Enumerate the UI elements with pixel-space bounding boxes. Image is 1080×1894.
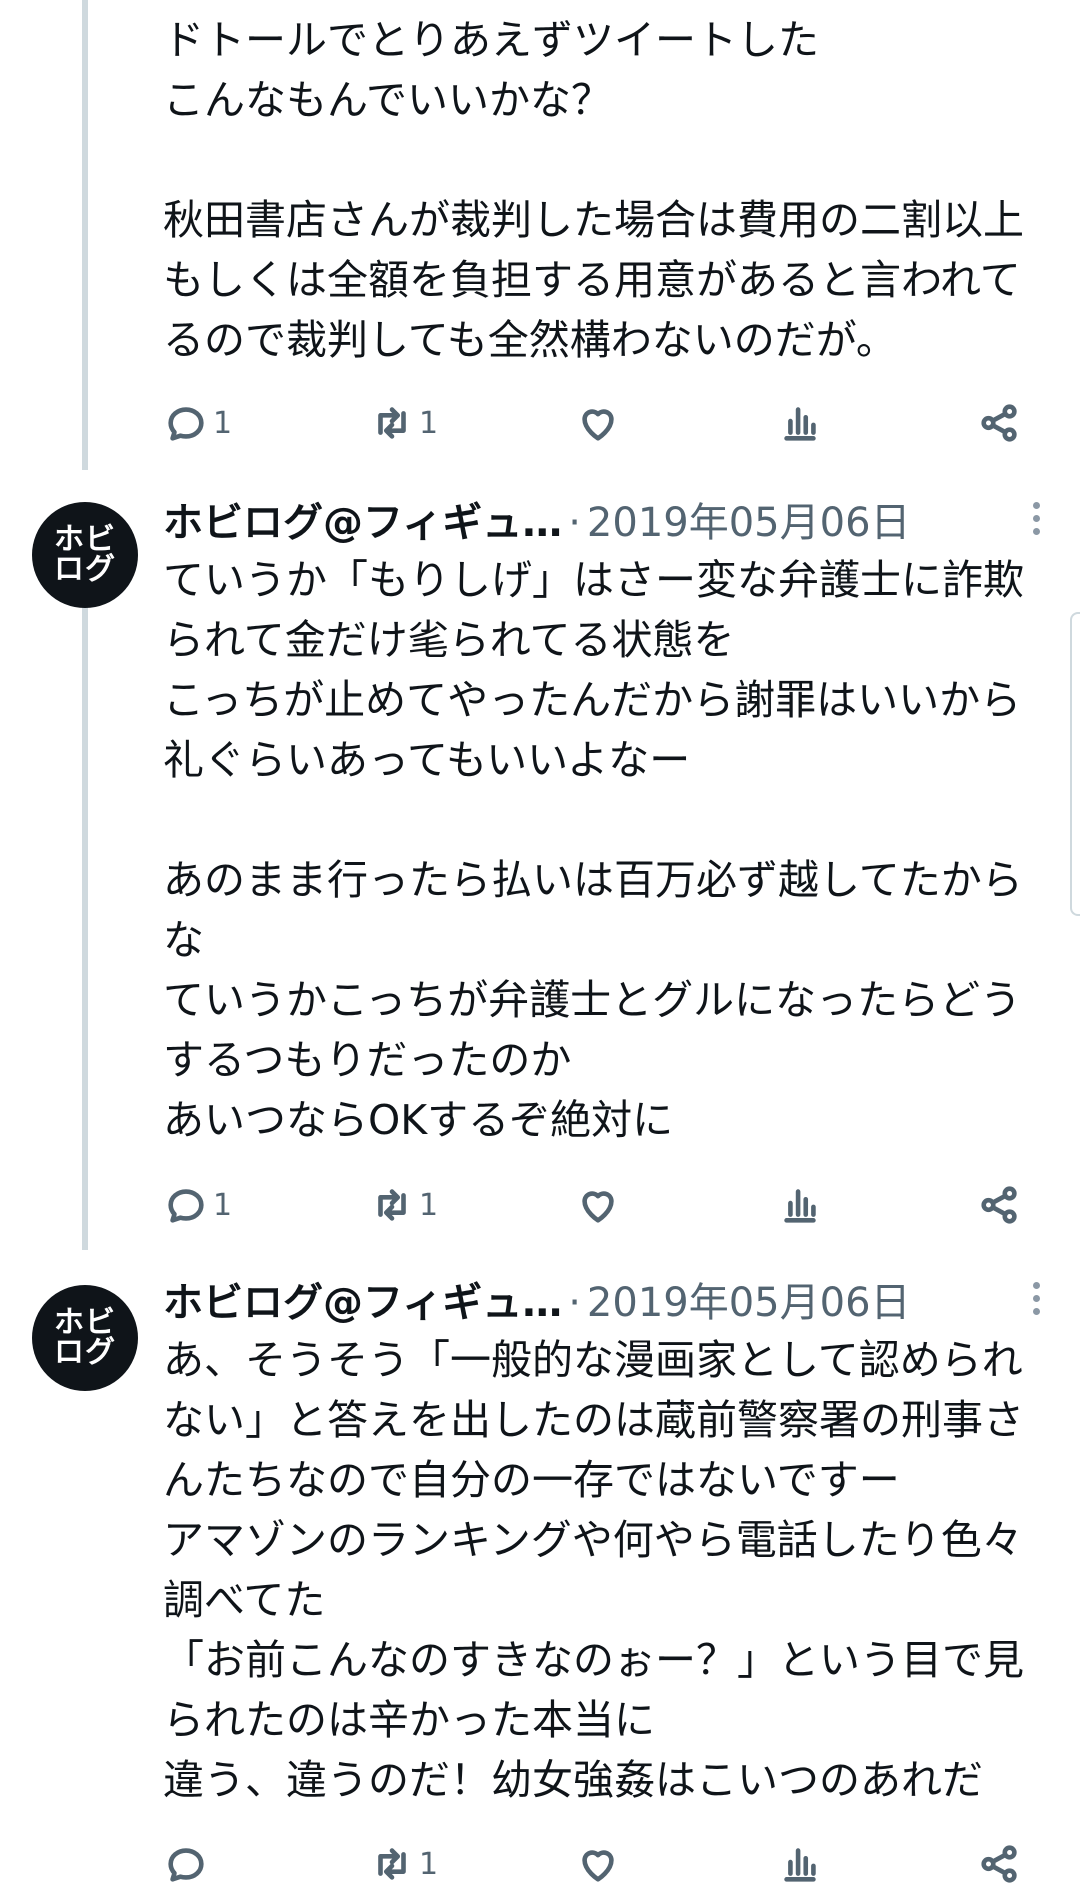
tweet[interactable]: ドトールでとりあえずツイートした こんなもんでいいかな？ 秋田書店さんが裁判した… bbox=[163, 10, 1043, 370]
retweet-button[interactable]: 1 bbox=[369, 1175, 438, 1235]
thread-line bbox=[82, 0, 88, 470]
reply-icon bbox=[168, 407, 204, 441]
separator: · bbox=[568, 1280, 581, 1326]
tweet-date[interactable]: 2019年05月06日 bbox=[587, 1270, 911, 1328]
views-button[interactable] bbox=[777, 393, 823, 453]
reply-count: 1 bbox=[213, 1187, 233, 1223]
tweet-actions: 1 1 bbox=[163, 1175, 1043, 1235]
like-button[interactable] bbox=[575, 1175, 625, 1235]
share-button[interactable] bbox=[977, 1834, 1023, 1894]
reply-count: 1 bbox=[213, 405, 233, 441]
reply-icon bbox=[168, 1189, 204, 1223]
tweet-header: ホビログ@フィギュ… · 2019年05月06日 bbox=[163, 490, 1043, 550]
tweet-header: ホビログ@フィギュ… · 2019年05月06日 bbox=[163, 1270, 1043, 1330]
avatar[interactable]: ホビ ログ bbox=[32, 502, 138, 608]
author-name[interactable]: ホビログ@フィギュ… bbox=[163, 1270, 562, 1328]
retweet-button[interactable]: 1 bbox=[369, 1834, 438, 1894]
share-button[interactable] bbox=[977, 393, 1023, 453]
reply-button[interactable]: 1 bbox=[163, 393, 232, 453]
retweet-button[interactable]: 1 bbox=[369, 393, 438, 453]
avatar-text: ログ bbox=[54, 552, 116, 587]
like-button[interactable] bbox=[575, 393, 625, 453]
avatar-text: ホビ bbox=[54, 1305, 116, 1340]
reply-button[interactable] bbox=[163, 1834, 213, 1894]
views-button[interactable] bbox=[777, 1175, 823, 1235]
like-button[interactable] bbox=[575, 1834, 625, 1894]
avatar-text: ログ bbox=[54, 1335, 116, 1370]
more-icon[interactable] bbox=[1033, 1282, 1043, 1315]
tweet-text: ていうか「もりしげ」はさー変な弁護士に詐欺られて金だけ毟られてる状態を こっちが… bbox=[163, 556, 1024, 1144]
reply-button[interactable]: 1 bbox=[163, 1175, 232, 1235]
thread-line bbox=[82, 580, 88, 1250]
retweet-icon bbox=[378, 407, 406, 439]
tweet-text: ドトールでとりあえずツイートした こんなもんでいいかな？ 秋田書店さんが裁判した… bbox=[163, 16, 1024, 364]
tweet[interactable]: ホビログ@フィギュ… · 2019年05月06日 ていうか「もりしげ」はさー変な… bbox=[163, 490, 1043, 1150]
retweet-count: 1 bbox=[419, 405, 439, 441]
author-name[interactable]: ホビログ@フィギュ… bbox=[163, 490, 562, 548]
more-icon[interactable] bbox=[1033, 502, 1043, 535]
avatar-text: ホビ bbox=[54, 522, 116, 557]
like-icon bbox=[582, 409, 614, 441]
tweet-actions: 1 bbox=[163, 1834, 1043, 1894]
views-icon bbox=[784, 407, 816, 441]
separator: · bbox=[568, 500, 581, 546]
scrollbar[interactable] bbox=[1070, 612, 1080, 916]
retweet-icon bbox=[378, 1189, 406, 1221]
retweet-count: 1 bbox=[419, 1187, 439, 1223]
views-icon bbox=[784, 1848, 816, 1882]
like-icon bbox=[582, 1191, 614, 1223]
tweet[interactable]: ホビログ@フィギュ… · 2019年05月06日 あ、そうそう「一般的な漫画家と… bbox=[163, 1270, 1043, 1810]
views-icon bbox=[784, 1189, 816, 1223]
tweet-text: あ、そうそう「一般的な漫画家として認められない」と答えを出したのは蔵前警察署の刑… bbox=[163, 1336, 1024, 1804]
tweet-date[interactable]: 2019年05月06日 bbox=[587, 490, 911, 548]
share-icon bbox=[981, 404, 1017, 442]
tweet-actions: 1 1 bbox=[163, 393, 1043, 453]
views-button[interactable] bbox=[777, 1834, 823, 1894]
share-icon bbox=[981, 1186, 1017, 1224]
reply-icon bbox=[168, 1848, 204, 1882]
retweet-icon bbox=[378, 1848, 406, 1880]
like-icon bbox=[582, 1850, 614, 1882]
retweet-count: 1 bbox=[419, 1846, 439, 1882]
share-icon bbox=[981, 1845, 1017, 1883]
avatar[interactable]: ホビ ログ bbox=[32, 1285, 138, 1391]
share-button[interactable] bbox=[977, 1175, 1023, 1235]
